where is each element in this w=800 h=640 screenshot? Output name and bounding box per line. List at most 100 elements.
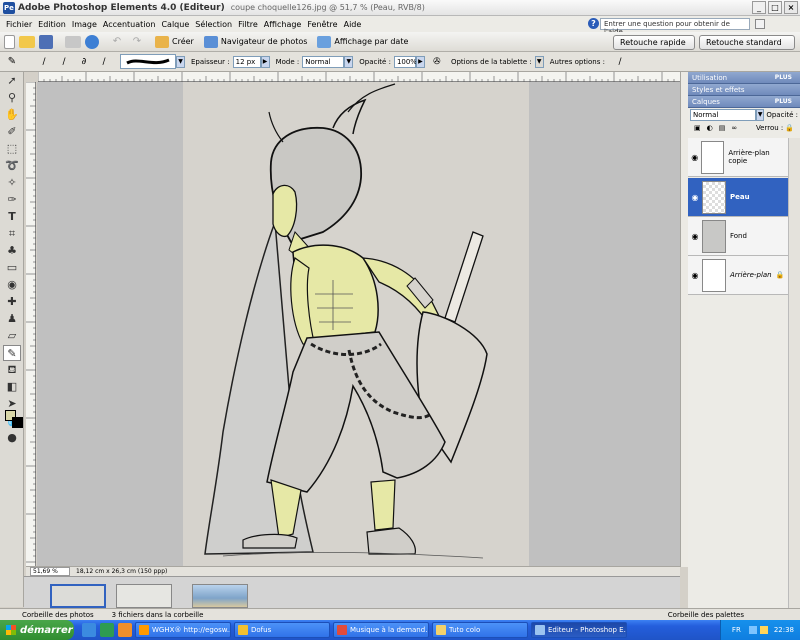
brush-mode-4-icon[interactable]: ∕ xyxy=(96,54,112,70)
quicklaunch-media-icon[interactable] xyxy=(100,623,114,637)
magic-wand-tool-icon[interactable]: ✧ xyxy=(3,175,21,191)
photo-thumbnail-1[interactable] xyxy=(50,584,106,608)
retouche-standard-button[interactable]: Retouche standard xyxy=(699,35,795,50)
close-button[interactable]: × xyxy=(784,1,798,14)
retouche-rapide-button[interactable]: Retouche rapide xyxy=(613,35,695,50)
eraser-tool-icon[interactable]: ▱ xyxy=(3,328,21,344)
move-tool-icon[interactable]: ➚ xyxy=(3,73,21,89)
background-color-swatch[interactable] xyxy=(12,417,23,428)
gradient-tool-icon[interactable]: ◧ xyxy=(3,379,21,395)
menu-fichier[interactable]: Fichier xyxy=(3,20,35,29)
layer-visibility-eye-icon[interactable]: ◉ xyxy=(688,232,702,241)
lock-icon[interactable]: 🔒 xyxy=(785,124,794,132)
panel-utilisation-plus[interactable]: PLUS xyxy=(775,74,792,81)
brush-mode-1-icon[interactable]: ∕ xyxy=(36,54,52,70)
menu-aide[interactable]: Aide xyxy=(341,20,365,29)
brush-preset-picker[interactable] xyxy=(120,54,176,69)
maximize-button[interactable]: □ xyxy=(768,1,782,14)
task-photoshop[interactable]: Editeur - Photoshop E... xyxy=(531,622,627,638)
task-musique[interactable]: Musique à la demand... xyxy=(333,622,429,638)
print-icon[interactable] xyxy=(65,35,81,48)
menu-accentuation[interactable]: Accentuation xyxy=(100,20,159,29)
language-indicator[interactable]: FR xyxy=(732,626,741,634)
eyedropper-tool-icon[interactable]: ✐ xyxy=(3,124,21,140)
quicklaunch-ie-icon[interactable] xyxy=(82,623,96,637)
lasso-tool-icon[interactable]: ➰ xyxy=(3,158,21,174)
adjustment-layer-icon[interactable]: ◐ xyxy=(707,124,713,132)
task-dofus[interactable]: Dofus xyxy=(234,622,330,638)
layer-row-arriere-plan-copie[interactable]: ◉ Arrière-plan copie xyxy=(688,138,788,177)
straighten-tool-icon[interactable]: ▭ xyxy=(3,260,21,276)
blend-mode-select[interactable]: Normal xyxy=(690,109,756,121)
layer-row-fond[interactable]: ◉ Fond xyxy=(688,217,788,256)
mode-select[interactable]: Normal xyxy=(302,55,345,68)
panel-utilisation[interactable]: Utilisation PLUS xyxy=(688,72,800,84)
brush-preset-arrow[interactable]: ▼ xyxy=(176,55,185,68)
corbeille-photos-label[interactable]: Corbeille des photos xyxy=(22,611,94,619)
task-tuto-colo[interactable]: Tuto colo xyxy=(432,622,528,638)
link-icon[interactable]: ∞ xyxy=(731,124,737,132)
new-layer-icon[interactable]: ▣ xyxy=(694,124,701,132)
epaisseur-arrow[interactable]: ▶ xyxy=(260,55,270,68)
menu-selection[interactable]: Sélection xyxy=(192,20,235,29)
menu-affichage[interactable]: Affichage xyxy=(261,20,305,29)
cookie-cutter-tool-icon[interactable]: ♣ xyxy=(3,243,21,259)
autres-options-icon[interactable]: ∕ xyxy=(612,54,628,70)
sponge-tool-icon[interactable]: ● xyxy=(3,430,21,446)
layer-visibility-eye-icon[interactable]: ◉ xyxy=(688,193,702,202)
share-icon[interactable] xyxy=(85,34,99,49)
airbrush-icon[interactable]: ✇ xyxy=(429,54,445,70)
corbeille-palettes-label[interactable]: Corbeille des palettes xyxy=(668,611,744,619)
menu-fenetre[interactable]: Fenêtre xyxy=(304,20,340,29)
blend-mode-arrow[interactable]: ▼ xyxy=(755,109,765,121)
clone-stamp-tool-icon[interactable]: ♟ xyxy=(3,311,21,327)
zoom-level-field[interactable]: 51,69 % xyxy=(30,567,70,576)
new-file-icon[interactable] xyxy=(4,34,15,49)
menu-edition[interactable]: Edition xyxy=(35,20,69,29)
menu-calque[interactable]: Calque xyxy=(158,20,192,29)
zoom-tool-icon[interactable]: ⚲ xyxy=(3,90,21,106)
creer-button[interactable]: Créer xyxy=(155,35,194,48)
brush-mode-3-icon[interactable]: ∂ xyxy=(76,54,92,70)
panel-calques[interactable]: Calques PLUS xyxy=(688,96,800,108)
tray-icon[interactable] xyxy=(748,626,757,634)
redo-icon[interactable]: ↷ xyxy=(129,34,145,50)
layer-visibility-eye-icon[interactable]: ◉ xyxy=(688,271,702,280)
undo-icon[interactable]: ↶ xyxy=(109,34,125,50)
menu-filtre[interactable]: Filtre xyxy=(235,20,261,29)
help-search-input[interactable]: Entrer une question pour obtenir de l'ai… xyxy=(600,18,750,36)
affichage-date-button[interactable]: Affichage par date xyxy=(317,35,408,48)
panel-calques-plus[interactable]: PLUS xyxy=(775,98,792,105)
tablette-arrow[interactable]: ▼ xyxy=(534,55,544,68)
marquee-tool-icon[interactable]: ⬚ xyxy=(3,141,21,157)
quicklaunch-messenger-icon[interactable] xyxy=(118,623,132,637)
trash-icon[interactable]: ▤ xyxy=(719,124,726,132)
photo-thumbnail-2[interactable] xyxy=(116,584,172,608)
layer-row-arriere-plan[interactable]: ◉ Arrière-plan 🔒 xyxy=(688,256,788,295)
help-go-button[interactable] xyxy=(755,19,765,29)
layer-row-peau[interactable]: ◉ Peau xyxy=(688,178,788,217)
task-browser[interactable]: WGHX® http://egosw... xyxy=(135,622,231,638)
healing-brush-tool-icon[interactable]: ✚ xyxy=(3,294,21,310)
vertical-scrollbar[interactable] xyxy=(680,72,688,567)
selection-brush-tool-icon[interactable]: ✑ xyxy=(3,192,21,208)
opacite-arrow[interactable]: ▶ xyxy=(415,55,425,68)
type-tool-icon[interactable]: T xyxy=(3,209,21,225)
minimize-button[interactable]: _ xyxy=(752,1,766,14)
opacite-input[interactable]: 100% xyxy=(393,55,417,68)
layers-scrollbar[interactable] xyxy=(788,138,800,608)
menu-image[interactable]: Image xyxy=(69,20,100,29)
brush-tool-icon[interactable]: ✎ xyxy=(4,54,20,70)
crop-tool-icon[interactable]: ⌗ xyxy=(3,226,21,242)
brush-tool-active-icon[interactable]: ✎ xyxy=(3,345,21,361)
tray-icon[interactable] xyxy=(759,626,768,634)
document-canvas[interactable] xyxy=(183,82,529,566)
save-icon[interactable] xyxy=(39,34,53,49)
panel-styles[interactable]: Styles et effets xyxy=(688,84,800,96)
hand-tool-icon[interactable]: ✋ xyxy=(3,107,21,123)
mode-arrow[interactable]: ▼ xyxy=(344,55,354,68)
epaisseur-input[interactable]: 12 px xyxy=(232,55,261,68)
open-folder-icon[interactable] xyxy=(19,35,35,48)
paint-bucket-tool-icon[interactable]: ⛾ xyxy=(3,362,21,378)
red-eye-tool-icon[interactable]: ◉ xyxy=(3,277,21,293)
